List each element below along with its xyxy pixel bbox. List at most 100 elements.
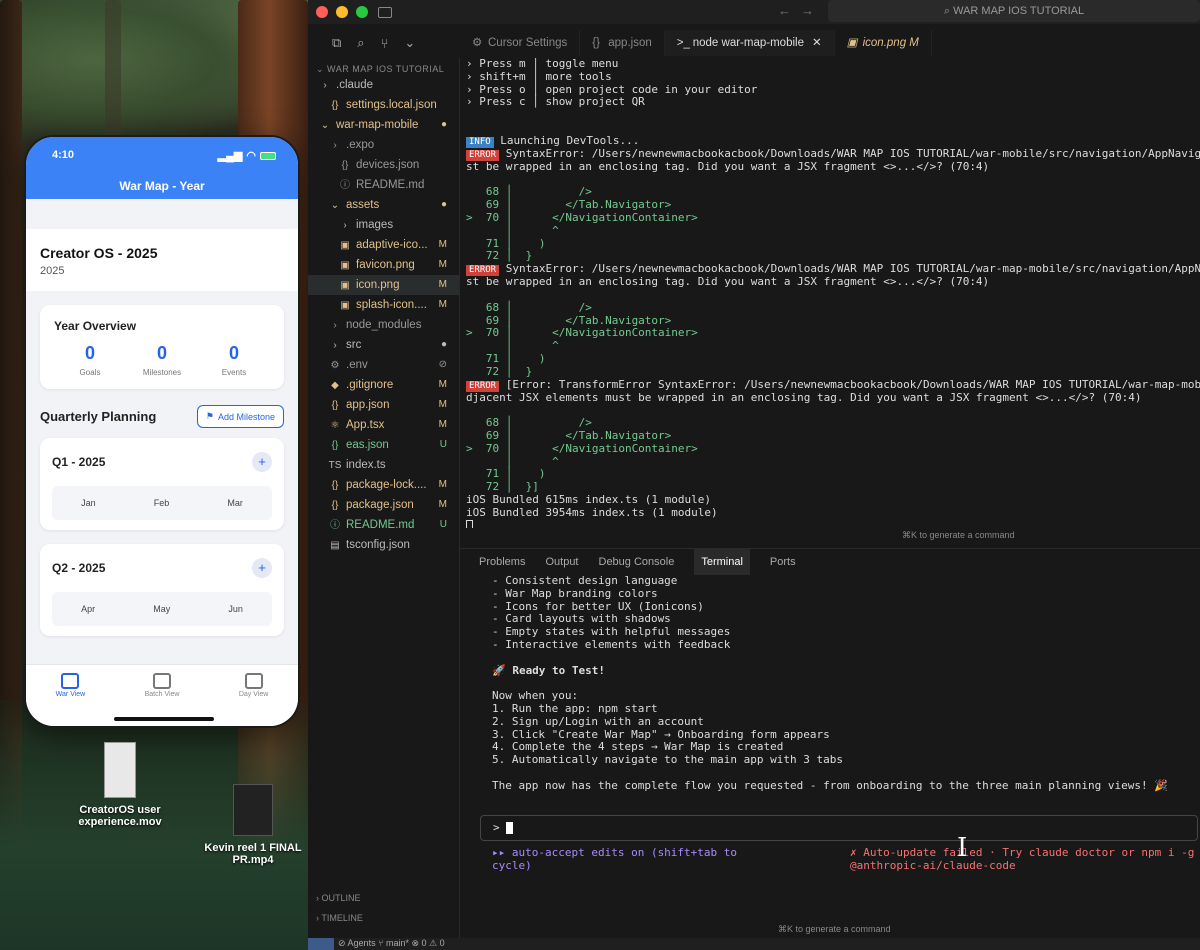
tree-item[interactable]: ▣ adaptive-ico... M <box>308 235 459 255</box>
outline-label: OUTLINE <box>321 893 361 903</box>
file-type-icon: › <box>333 340 337 351</box>
explorer-header-label: WAR MAP IOS TUTORIAL <box>327 64 445 74</box>
status-bar: 4:10 ▂▄▆ ◠ <box>52 149 276 162</box>
file-name: app.json <box>346 399 390 411</box>
tree-item[interactable]: ▣ favicon.png M <box>308 255 459 275</box>
month-row: Apr May Jun <box>52 592 272 626</box>
stat-events: 0 Events <box>204 343 264 377</box>
close-window-button[interactable] <box>316 6 328 18</box>
tree-item[interactable]: ▣ splash-icon.... M <box>308 295 459 315</box>
tree-item[interactable]: ⌄ assets ● <box>308 195 459 215</box>
tree-item[interactable]: › node_modules <box>308 315 459 335</box>
tab-problems[interactable]: Problems <box>479 549 525 575</box>
tree-item[interactable]: {} package.json M <box>308 495 459 515</box>
file-type-icon: ⚙ <box>330 360 340 371</box>
tree-item[interactable]: › src ● <box>308 335 459 355</box>
app-header: 4:10 ▂▄▆ ◠ War Map - Year <box>26 137 298 199</box>
explorer-header[interactable]: ⌄ WAR MAP IOS TUTORIAL <box>308 58 459 75</box>
file-name: favicon.png <box>356 259 415 271</box>
tab-ports[interactable]: Ports <box>770 549 796 575</box>
tree-item[interactable]: ◆ .gitignore M <box>308 375 459 395</box>
outline-section[interactable]: › OUTLINE <box>316 888 363 908</box>
tree-item[interactable]: ⚛ App.tsx M <box>308 415 459 435</box>
file-name: App.tsx <box>346 419 385 431</box>
tree-item[interactable]: {} settings.local.json <box>308 95 459 115</box>
quarter-card-q2[interactable]: Q2 - 2025 + Apr May Jun <box>40 544 284 636</box>
file-type-icon: ▣ <box>340 240 350 251</box>
add-milestone-button[interactable]: ⚑ Add Milestone <box>196 405 284 428</box>
day-icon <box>244 673 263 689</box>
month-label[interactable]: May <box>153 604 170 614</box>
tree-item[interactable]: {} package-lock.... M <box>308 475 459 495</box>
tab-app-json[interactable]: {} app.json <box>580 30 665 56</box>
file-name: assets <box>346 199 380 211</box>
tab-terminal[interactable]: Terminal <box>694 549 750 575</box>
tab-day-view[interactable]: Day View <box>239 673 268 726</box>
file-explorer: ⌄ WAR MAP IOS TUTORIAL › .claude {} setting… <box>308 58 460 938</box>
claude-prompt-input[interactable]: > <box>480 815 1198 841</box>
git-status-badge: M <box>438 259 447 270</box>
add-icon[interactable]: + <box>252 452 272 472</box>
remote-icon[interactable] <box>308 938 334 950</box>
sidebar-toggle-icon[interactable] <box>378 6 392 18</box>
tree-item[interactable]: TS index.ts <box>308 455 459 475</box>
nav-arrows[interactable]: ←→ <box>778 3 824 18</box>
tree-item[interactable]: ⚙ .env ⊘ <box>308 355 459 375</box>
signal-icon: ▂▄▆ <box>217 150 243 162</box>
json-icon: {} <box>592 37 600 49</box>
close-icon[interactable]: ✕ <box>812 37 822 49</box>
add-icon[interactable]: + <box>252 558 272 578</box>
git-status-badge: M <box>438 379 447 390</box>
month-label[interactable]: Apr <box>81 604 95 614</box>
tree-item[interactable]: › images <box>308 215 459 235</box>
git-status-badge: ● <box>440 339 447 350</box>
home-indicator[interactable] <box>114 717 214 721</box>
tree-item[interactable]: ⌄ war-map-mobile ● <box>308 115 459 135</box>
chevron-down-icon[interactable]: ⌄ <box>404 35 415 51</box>
ready-heading: 🚀 Ready to Test! <box>492 663 606 677</box>
tree-item[interactable]: {} devices.json <box>308 155 459 175</box>
error-line: ERROR [Error: TransformError SyntaxError… <box>466 377 1200 392</box>
tab-node-terminal[interactable]: >_ node war-map-mobile ✕ <box>664 30 835 56</box>
error-text: [Error: TransformError SyntaxError: /Use… <box>505 377 1200 391</box>
tree-item[interactable]: ▣ icon.png M <box>308 275 459 295</box>
tree-item[interactable]: {} eas.json U <box>308 435 459 455</box>
tab-debug-console[interactable]: Debug Console <box>599 549 675 575</box>
error-line: ERROR SyntaxError: /Users/newnewmacbooka… <box>466 147 1200 161</box>
app-title: War Map - Year <box>119 179 205 193</box>
status-time: 4:10 <box>52 149 75 161</box>
desktop-file[interactable]: CreatorOS user experience.mov <box>60 742 180 828</box>
quarter-card-q1[interactable]: Q1 - 2025 + Jan Feb Mar <box>40 438 284 530</box>
tree-item[interactable]: › .expo <box>308 135 459 155</box>
tab-cursor-settings[interactable]: ⚙ Cursor Settings <box>460 30 581 56</box>
month-label[interactable]: Feb <box>154 498 170 508</box>
timeline-section[interactable]: › TIMELINE <box>316 908 363 928</box>
creator-section: Creator OS - 2025 2025 <box>26 229 298 291</box>
explorer-icon[interactable]: ⧉ <box>332 35 341 51</box>
month-label[interactable]: Mar <box>227 498 243 508</box>
text-cursor <box>506 822 514 834</box>
generate-command-hint-bottom: ⌘K to generate a command <box>778 924 891 934</box>
month-label[interactable]: Jan <box>81 498 96 508</box>
tab-output[interactable]: Output <box>545 549 578 575</box>
source-control-icon[interactable]: ⑂ <box>381 36 389 51</box>
search-icon[interactable]: ⌕ <box>357 35 364 51</box>
maximize-window-button[interactable] <box>356 6 368 18</box>
tree-item[interactable]: › .claude <box>308 75 459 95</box>
month-label[interactable]: Jun <box>228 604 243 614</box>
expo-menu: › Press m │ toggle menu › shift+m │ more … <box>466 58 1200 109</box>
terminal-icon: >_ <box>676 37 690 49</box>
minimize-window-button[interactable] <box>336 6 348 18</box>
tab-label: Cursor Settings <box>488 37 568 49</box>
command-search-box[interactable]: ⌕ WAR MAP IOS TUTORIAL <box>828 0 1200 22</box>
file-tree: › .claude {} settings.local.json ⌄ war-map-mo… <box>308 75 459 555</box>
tree-item[interactable]: ▤ tsconfig.json <box>308 535 459 555</box>
desktop-file[interactable]: Kevin reel 1 FINAL PR.mp4 <box>198 784 308 866</box>
tab-war-view[interactable]: War View <box>56 673 85 726</box>
tree-item[interactable]: {} app.json M <box>308 395 459 415</box>
tab-label: Batch View <box>144 691 180 698</box>
tree-item[interactable]: ⓘ README.md U <box>308 515 459 535</box>
tab-icon-png[interactable]: ▣ icon.png M <box>835 30 932 56</box>
tree-item[interactable]: ⓘ README.md <box>308 175 459 195</box>
grid-icon <box>153 673 172 689</box>
